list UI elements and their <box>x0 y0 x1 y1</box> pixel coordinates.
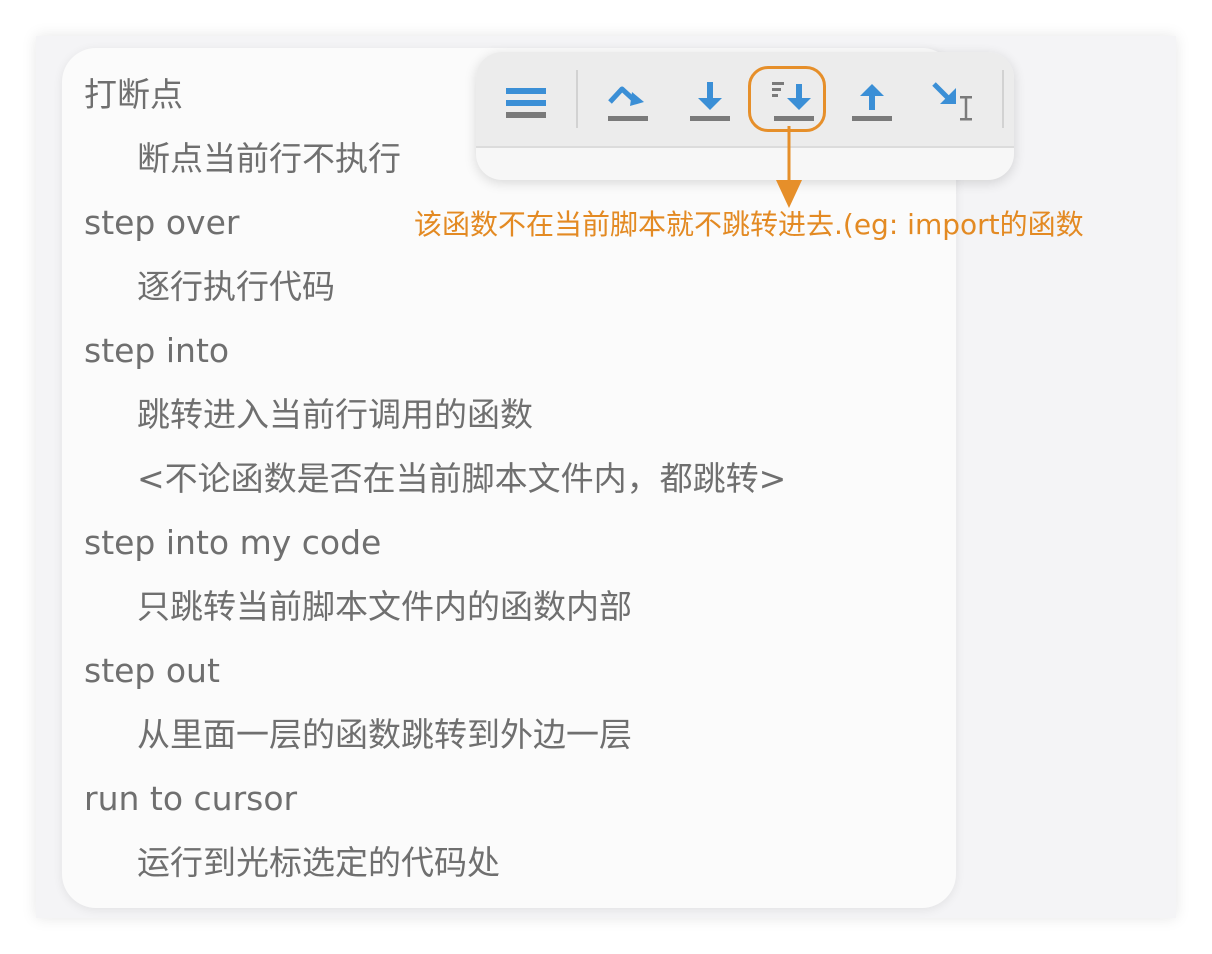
step-into-icon[interactable] <box>680 72 740 132</box>
toolbar-separator-right <box>1002 70 1004 128</box>
note-title-run-to-cursor: run to cursor <box>84 779 298 818</box>
step-into-my-code-highlight <box>748 66 826 132</box>
note-desc-breakpoint: 断点当前行不执行 <box>137 139 401 178</box>
note-title-breakpoint: 打断点 <box>84 75 183 114</box>
run-to-cursor-icon[interactable] <box>924 72 984 132</box>
note-desc-step-into-my-code: 只跳转当前脚本文件内的函数内部 <box>137 587 632 626</box>
annotation-arrow-icon <box>776 126 802 208</box>
step-over-icon[interactable] <box>598 72 658 132</box>
step-out-icon[interactable] <box>842 72 902 132</box>
annotation-text: 该函数不在当前脚本就不跳转进去.(eg: import的函数 <box>414 208 1084 241</box>
note-title-step-out: step out <box>84 651 220 690</box>
note-desc-step-into: 跳转进入当前行调用的函数 <box>137 395 533 434</box>
note-title-step-into-my-code: step into my code <box>84 523 382 562</box>
note-title-step-into: step into <box>84 331 230 370</box>
debug-toolbar <box>476 52 1014 180</box>
note-desc-step-out: 从里面一层的函数跳转到外边一层 <box>137 715 632 754</box>
note-desc-step-over: 逐行执行代码 <box>137 267 335 306</box>
toolbar-separator <box>576 70 578 128</box>
note-desc-run-to-cursor: 运行到光标选定的代码处 <box>137 843 500 882</box>
menu-lines-icon[interactable] <box>496 72 556 132</box>
note-title-step-over: step over <box>84 203 240 242</box>
note-desc-step-into-2: <不论函数是否在当前脚本文件内，都跳转> <box>137 459 787 498</box>
